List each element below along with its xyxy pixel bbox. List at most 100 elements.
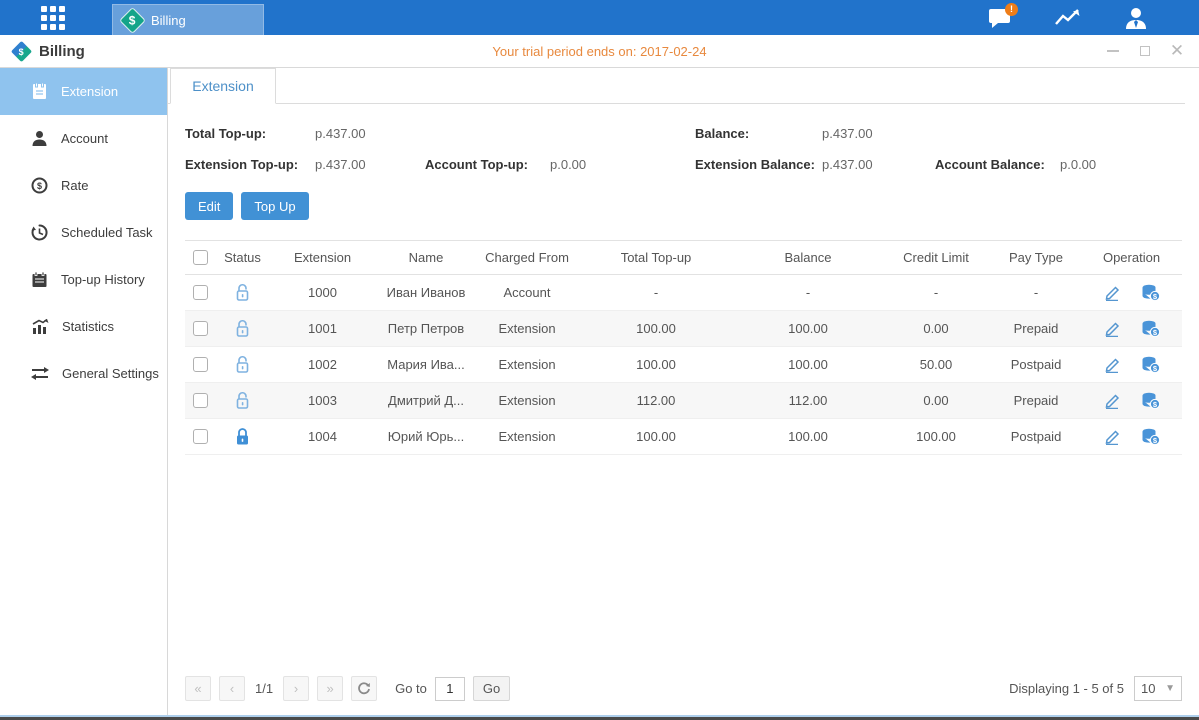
cell-total-topup: 100.00	[577, 419, 735, 455]
cell-pay-type: Postpaid	[991, 419, 1081, 455]
close-icon[interactable]: ✕	[1169, 43, 1185, 59]
lock-closed-icon[interactable]	[234, 427, 251, 446]
sidebar-item-general-settings[interactable]: General Settings	[0, 350, 167, 397]
table-row[interactable]: 1003 Дмитрий Д... Extension 112.00 112.0…	[185, 383, 1182, 419]
cell-charged-from: Extension	[477, 311, 577, 347]
cell-extension: 1003	[270, 383, 375, 419]
sidebar-item-statistics[interactable]: Statistics	[0, 303, 167, 350]
user-icon[interactable]	[1121, 5, 1151, 31]
sidebar-item-scheduled-task[interactable]: Scheduled Task	[0, 209, 167, 256]
topup-row-icon[interactable]: $	[1141, 356, 1161, 373]
prev-page-button[interactable]: ‹	[219, 676, 245, 701]
next-page-button[interactable]: ›	[283, 676, 309, 701]
topup-row-icon[interactable]: $	[1141, 392, 1161, 409]
column-header-status[interactable]: Status	[215, 241, 270, 275]
select-all-checkbox[interactable]	[193, 250, 208, 265]
displaying-text: Displaying 1 - 5 of 5	[1009, 681, 1124, 696]
column-header-credit-limit[interactable]: Credit Limit	[881, 241, 991, 275]
top-up-button[interactable]: Top Up	[241, 192, 308, 220]
lock-open-icon[interactable]	[234, 391, 251, 410]
cell-pay-type: -	[991, 275, 1081, 311]
cell-balance: 100.00	[735, 419, 881, 455]
person-icon	[31, 130, 48, 147]
cell-balance: -	[735, 275, 881, 311]
minimize-icon[interactable]	[1105, 43, 1121, 59]
statistics-line-icon[interactable]	[1053, 5, 1083, 31]
column-header-operation[interactable]: Operation	[1081, 241, 1182, 275]
topbar-app-tab-label: Billing	[151, 13, 186, 28]
app-launcher-grid-icon[interactable]	[40, 5, 66, 31]
cell-extension: 1004	[270, 419, 375, 455]
row-checkbox[interactable]	[193, 393, 208, 408]
cell-name: Иван Иванов	[375, 275, 477, 311]
cell-charged-from: Extension	[477, 419, 577, 455]
cell-balance: 100.00	[735, 311, 881, 347]
edit-row-icon[interactable]	[1103, 357, 1121, 373]
topup-row-icon[interactable]: $	[1141, 284, 1161, 301]
sidebar-item-account[interactable]: Account	[0, 115, 167, 162]
row-checkbox[interactable]	[193, 357, 208, 372]
edit-row-icon[interactable]	[1103, 393, 1121, 409]
cell-total-topup: 100.00	[577, 347, 735, 383]
edit-row-icon[interactable]	[1103, 321, 1121, 337]
column-header-balance[interactable]: Balance	[735, 241, 881, 275]
cell-name: Мария Ива...	[375, 347, 477, 383]
account-topup-label: Account Top-up:	[425, 157, 550, 172]
row-checkbox[interactable]	[193, 321, 208, 336]
sidebar-item-topup-history[interactable]: Top-up History	[0, 256, 167, 303]
row-checkbox[interactable]	[193, 429, 208, 444]
page-size-select[interactable]: 10 ▼	[1134, 676, 1182, 701]
balance-label: Balance:	[695, 126, 822, 141]
column-header-total-topup[interactable]: Total Top-up	[577, 241, 735, 275]
edit-row-icon[interactable]	[1103, 285, 1121, 301]
table-row[interactable]: 1004 Юрий Юрь... Extension 100.00 100.00…	[185, 419, 1182, 455]
billing-diamond-icon: $	[11, 40, 32, 61]
last-page-button[interactable]: »	[317, 676, 343, 701]
cell-credit-limit: 100.00	[881, 419, 991, 455]
cell-credit-limit: 0.00	[881, 311, 991, 347]
sidebar-item-label: Extension	[61, 84, 118, 99]
lock-open-icon[interactable]	[234, 283, 251, 302]
sidebar-item-rate[interactable]: $ Rate	[0, 162, 167, 209]
goto-label: Go to	[395, 681, 427, 696]
table-row[interactable]: 1002 Мария Ива... Extension 100.00 100.0…	[185, 347, 1182, 383]
row-checkbox[interactable]	[193, 285, 208, 300]
first-page-button[interactable]: «	[185, 676, 211, 701]
table-row[interactable]: 1000 Иван Иванов Account - - - -	[185, 275, 1182, 311]
cell-credit-limit: 50.00	[881, 347, 991, 383]
topup-row-icon[interactable]: $	[1141, 320, 1161, 337]
cell-credit-limit: -	[881, 275, 991, 311]
account-balance-label: Account Balance:	[935, 157, 1060, 172]
billing-app-window: $ Billing !	[0, 0, 1199, 720]
cell-balance: 112.00	[735, 383, 881, 419]
cell-name: Юрий Юрь...	[375, 419, 477, 455]
topup-row-icon[interactable]: $	[1141, 428, 1161, 445]
refresh-icon[interactable]	[351, 676, 377, 701]
table-row[interactable]: 1001 Петр Петров Extension 100.00 100.00…	[185, 311, 1182, 347]
column-header-extension[interactable]: Extension	[270, 241, 375, 275]
extension-topup-label: Extension Top-up:	[185, 157, 315, 172]
sidebar-item-label: Top-up History	[61, 272, 145, 287]
column-header-charged-from[interactable]: Charged From	[477, 241, 577, 275]
go-button[interactable]: Go	[473, 676, 510, 701]
edit-row-icon[interactable]	[1103, 429, 1121, 445]
topbar-billing-app-tab[interactable]: $ Billing	[112, 4, 264, 35]
column-header-name[interactable]: Name	[375, 241, 477, 275]
ledger-icon	[31, 83, 48, 100]
column-header-pay-type[interactable]: Pay Type	[991, 241, 1081, 275]
cell-total-topup: 100.00	[577, 311, 735, 347]
goto-page-input[interactable]	[435, 677, 465, 701]
messages-icon[interactable]: !	[985, 5, 1015, 31]
lock-open-icon[interactable]	[234, 319, 251, 338]
maximize-icon[interactable]	[1137, 43, 1153, 59]
lock-open-icon[interactable]	[234, 355, 251, 374]
extension-table-body: 1000 Иван Иванов Account - - - -	[185, 275, 1182, 455]
message-badge: !	[1005, 3, 1018, 16]
sidebar-item-extension[interactable]: Extension	[0, 68, 167, 115]
window-bottom-border	[0, 715, 1199, 720]
cell-pay-type: Prepaid	[991, 311, 1081, 347]
tab-extension[interactable]: Extension	[170, 68, 276, 104]
page-indicator: 1/1	[255, 681, 273, 696]
cell-charged-from: Account	[477, 275, 577, 311]
edit-button[interactable]: Edit	[185, 192, 233, 220]
